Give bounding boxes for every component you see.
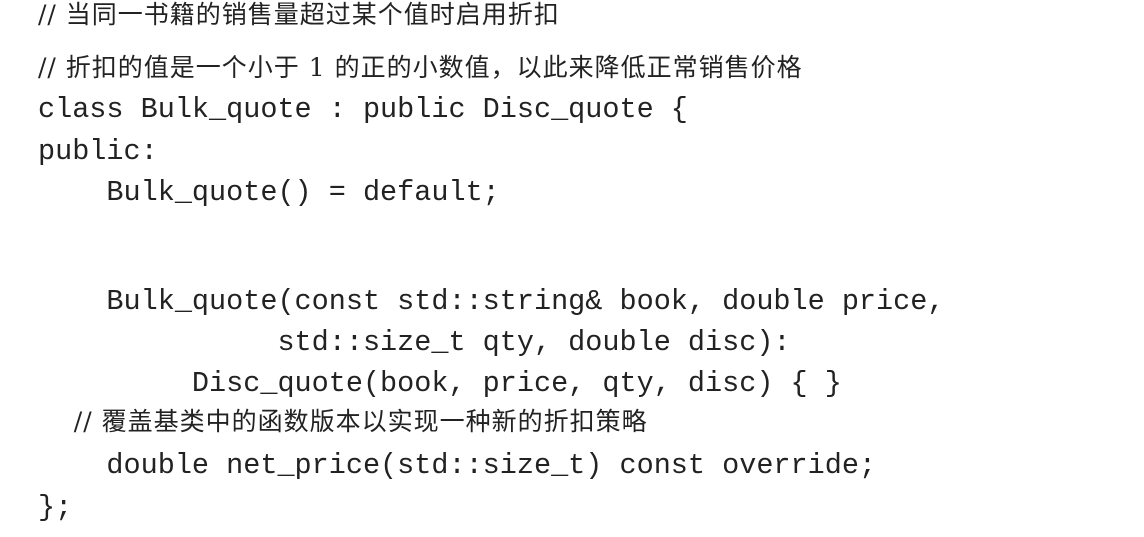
code-line: double net_price(std::size_t) const over… <box>38 449 877 482</box>
code-comment: // 折扣的值是一个小于 1 的正的小数值，以此来降低正常销售价格 <box>38 53 803 82</box>
code-comment: // 覆盖基类中的函数版本以实现一种新的折扣策略 <box>38 407 648 436</box>
code-line: class Bulk_quote : public Disc_quote { <box>38 93 688 126</box>
code-line: Bulk_quote(const std::string& book, doub… <box>38 285 945 318</box>
code-line: }; <box>38 491 73 524</box>
code-line: public: <box>38 135 158 168</box>
code-line: Bulk_quote() = default; <box>38 176 500 209</box>
code-line: std::size_t qty, double disc): <box>38 326 791 359</box>
code-line: Disc_quote(book, price, qty, disc) { } <box>38 367 842 400</box>
code-comment: // 当同一书籍的销售量超过某个值时启用折扣 <box>38 0 560 29</box>
